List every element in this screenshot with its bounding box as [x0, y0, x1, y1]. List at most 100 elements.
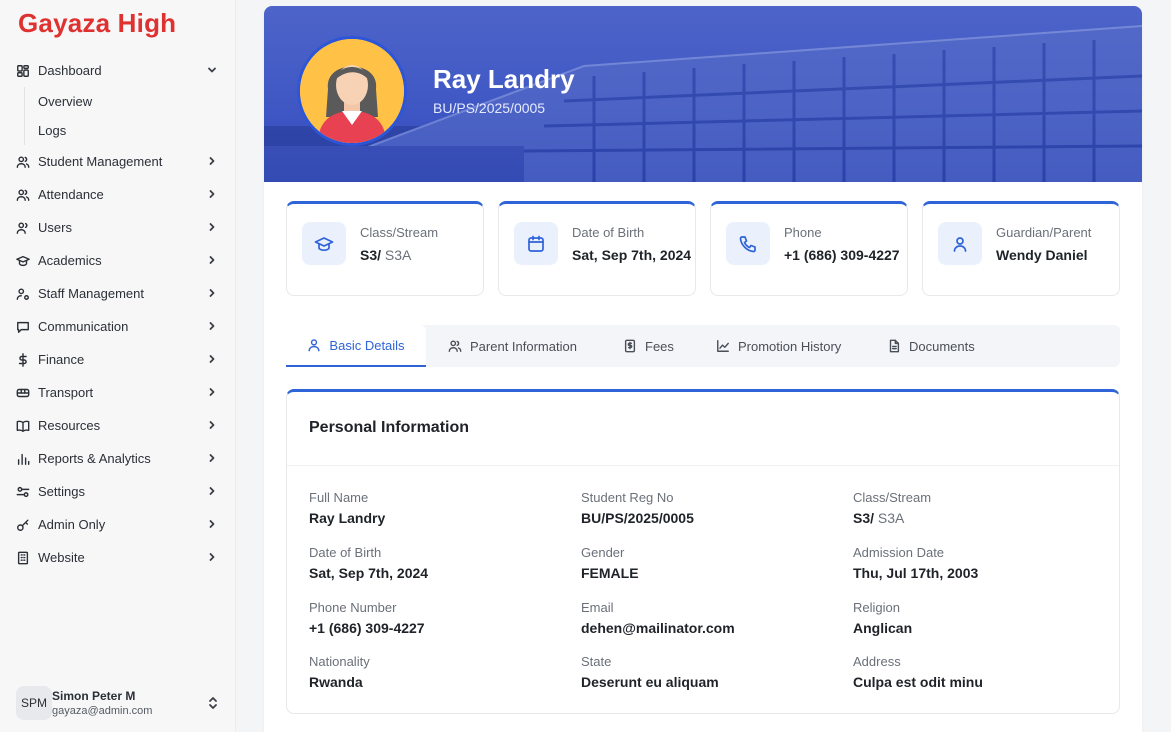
tab-promotion-history[interactable]: Promotion History	[716, 325, 841, 367]
sidebar-item-admin-only[interactable]: Admin Only	[0, 508, 236, 541]
profile-photo	[297, 36, 407, 146]
field-value: dehen@mailinator.com	[581, 620, 735, 636]
chevron-right-icon	[206, 287, 218, 299]
sidebar-item-label: Staff Management	[38, 286, 144, 301]
card-guardian-parent: Guardian/Parent Wendy Daniel	[922, 201, 1120, 296]
field-label: Gender	[581, 545, 625, 560]
building-icon	[15, 550, 30, 565]
chevron-right-icon	[206, 221, 218, 233]
field-label: Religion	[853, 600, 900, 615]
field-label: Address	[853, 654, 901, 669]
field-full-name: Full Name Ray Landry	[309, 490, 559, 526]
field-value: +1 (686) 309-4227	[309, 620, 425, 636]
chevron-right-icon	[206, 551, 218, 563]
card-value: Wendy Daniel	[996, 247, 1088, 263]
class-value: S3/	[853, 510, 875, 526]
chevrons-up-down-icon[interactable]	[206, 695, 220, 711]
field-label: Student Reg No	[581, 490, 674, 505]
field-label: Class/Stream	[853, 490, 932, 505]
field-value: Thu, Jul 17th, 2003	[853, 565, 979, 581]
field-value: Rwanda	[309, 674, 363, 690]
stream-value: S3A	[381, 247, 412, 263]
users-icon	[15, 187, 30, 202]
chevron-down-icon	[206, 64, 218, 76]
field-label: Nationality	[309, 654, 370, 669]
field-label: Date of Birth	[309, 545, 382, 560]
tab-documents[interactable]: Documents	[887, 325, 975, 367]
profile-reg-no: BU/PS/2025/0005	[433, 100, 546, 116]
grid-icon	[15, 63, 30, 78]
line-chart-icon	[717, 340, 729, 352]
profile-name: Ray Landry	[433, 64, 575, 94]
field-label: Phone Number	[309, 600, 397, 615]
tab-label: Promotion History	[738, 338, 842, 354]
sidebar-item-academics[interactable]: Academics	[0, 244, 236, 277]
tab-label: Documents	[909, 338, 975, 354]
calendar-icon	[514, 222, 558, 265]
sidebar-item-student-management[interactable]: Student Management	[0, 145, 236, 178]
card-phone: Phone +1 (686) 309-4227	[710, 201, 908, 296]
personal-information-panel: Personal Information Full Name Ray Landr…	[286, 389, 1120, 714]
sidebar-item-label: Finance	[38, 352, 85, 367]
sidebar-item-label: Dashboard	[38, 63, 102, 78]
card-label: Date of Birth	[572, 225, 645, 240]
field-value: Deserunt eu aliquam	[581, 674, 719, 690]
key-icon	[15, 517, 30, 532]
book-icon	[15, 418, 30, 433]
user-name: Simon Peter M	[52, 689, 136, 703]
field-date-of-birth: Date of Birth Sat, Sep 7th, 2024	[309, 545, 559, 581]
sidebar-subitem-overview[interactable]: Overview	[25, 87, 236, 116]
sidebar: Gayaza High Dashboard Overview Logs Stud…	[0, 0, 236, 732]
sidebar-item-staff-management[interactable]: Staff Management	[0, 277, 236, 310]
field-religion: Religion Anglican	[853, 600, 1103, 636]
graduation-cap-icon	[302, 222, 346, 265]
sidebar-item-attendance[interactable]: Attendance	[0, 178, 236, 211]
chevron-right-icon	[206, 353, 218, 365]
document-icon	[889, 339, 900, 353]
stream-value: S3A	[874, 510, 905, 526]
card-class-stream: Class/Stream S3/ S3A	[286, 201, 484, 296]
card-date-of-birth: Date of Birth Sat, Sep 7th, 2024	[498, 201, 696, 296]
sidebar-item-dashboard[interactable]: Dashboard	[0, 54, 236, 87]
field-label: Full Name	[309, 490, 369, 505]
field-value: S3/ S3A	[853, 510, 1103, 526]
panel-title: Personal Information	[309, 419, 470, 436]
user-menu[interactable]: SPM Simon Peter M gayaza@admin.com	[10, 684, 226, 722]
settings-icon	[15, 484, 30, 499]
sidebar-item-label: Resources	[38, 418, 101, 433]
tab-basic-details[interactable]: Basic Details	[286, 325, 426, 367]
sidebar-item-settings[interactable]: Settings	[0, 475, 236, 508]
field-phone-number: Phone Number +1 (686) 309-4227	[309, 600, 559, 636]
chevron-right-icon	[206, 419, 218, 431]
sidebar-item-website[interactable]: Website	[0, 541, 236, 574]
chevron-right-icon	[206, 254, 218, 266]
tab-fees[interactable]: Fees	[623, 325, 674, 367]
sidebar-item-users[interactable]: Users	[0, 211, 236, 244]
sidebar-nav: Dashboard Overview Logs Student Manageme…	[0, 54, 236, 574]
sidebar-subitem-logs[interactable]: Logs	[25, 116, 236, 145]
users-icon	[448, 340, 462, 352]
chevron-right-icon	[206, 188, 218, 200]
sidebar-item-resources[interactable]: Resources	[0, 409, 236, 442]
profile-tabs: Basic Details Parent Information Fees Pr…	[286, 325, 1120, 367]
field-gender: Gender FEMALE	[581, 545, 831, 581]
field-value: Sat, Sep 7th, 2024	[309, 565, 429, 581]
phone-icon	[726, 222, 770, 265]
user-email: gayaza@admin.com	[52, 705, 153, 717]
tab-parent-information[interactable]: Parent Information	[448, 325, 577, 367]
message-icon	[15, 319, 30, 334]
sidebar-item-finance[interactable]: Finance	[0, 343, 236, 376]
sidebar-item-transport[interactable]: Transport	[0, 376, 236, 409]
sidebar-item-communication[interactable]: Communication	[0, 310, 236, 343]
divider	[287, 465, 1119, 466]
sidebar-item-reports-analytics[interactable]: Reports & Analytics	[0, 442, 236, 475]
user-icon	[308, 339, 320, 352]
bar-chart-icon	[15, 451, 30, 466]
field-email: Email dehen@mailinator.com	[581, 600, 831, 636]
chevron-right-icon	[206, 386, 218, 398]
avatar: SPM	[16, 686, 52, 720]
field-admission-date: Admission Date Thu, Jul 17th, 2003	[853, 545, 1103, 581]
field-state: State Deserunt eu aliquam	[581, 654, 831, 690]
dollar-icon	[15, 352, 30, 367]
chevron-right-icon	[206, 518, 218, 530]
